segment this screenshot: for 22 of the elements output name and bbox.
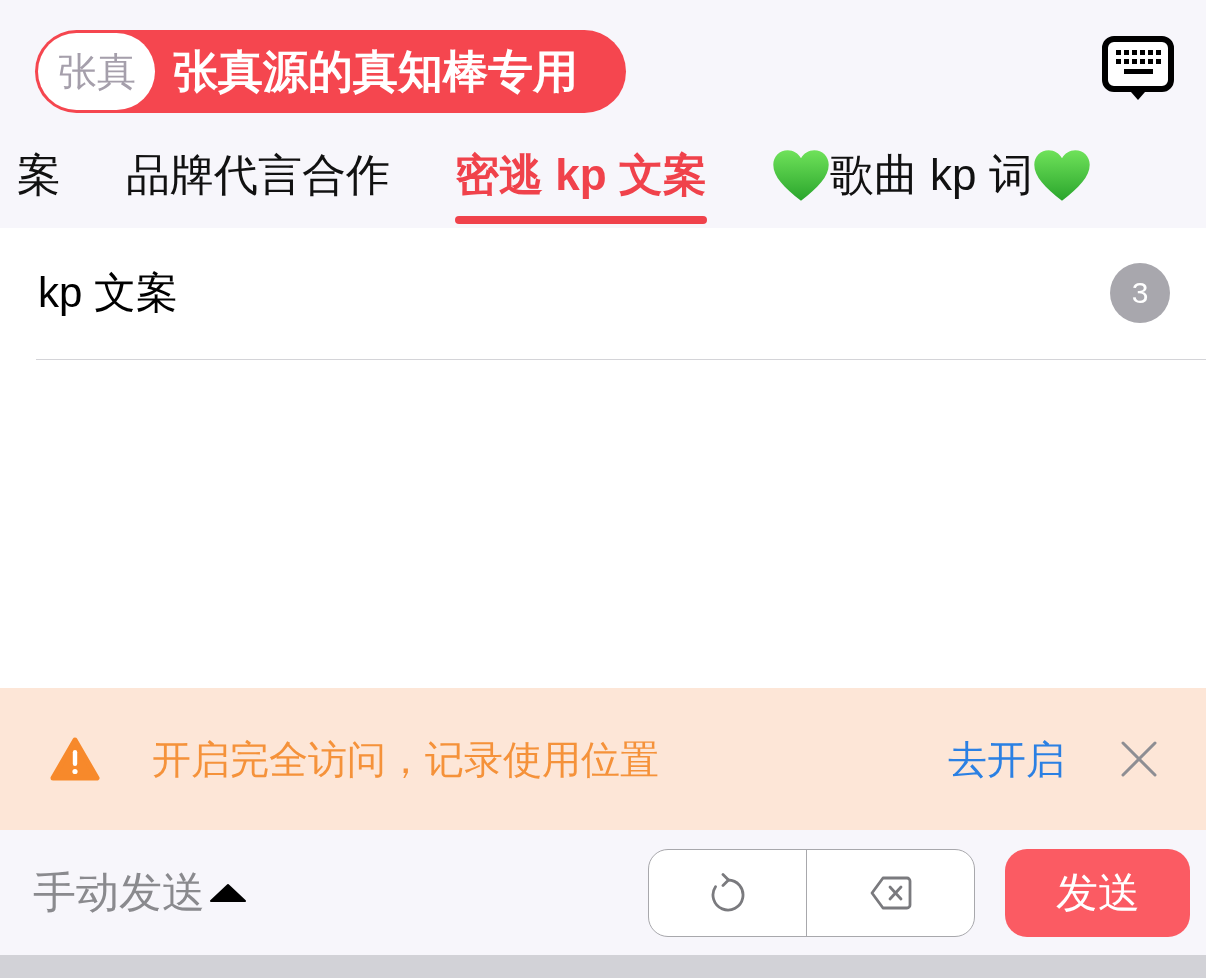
count-badge: 3 [1110,262,1170,323]
backspace-icon [869,875,912,910]
close-icon [1121,741,1157,777]
category-tab[interactable]: 品牌代言合作 [126,140,390,228]
category-tab[interactable]: 案 [17,140,61,228]
warning-icon [50,737,100,781]
send-mode-button[interactable]: 手动发送 [33,871,247,914]
heart-icon [771,148,830,202]
category-tab[interactable]: 歌曲 kp 词 [771,140,1091,228]
category-tab[interactable]: 密逃 kp 文案 [455,140,707,228]
category-title[interactable]: kp 文案 [38,271,179,314]
caret-icon [209,882,247,903]
heart-icon [1032,148,1091,202]
send-button[interactable]: 发送 [1005,848,1190,937]
pack-avatar: 张真 [38,33,155,110]
close-button[interactable] [1121,741,1157,777]
pack-selector[interactable]: 张真 张真源的真知棒专用 [35,30,626,113]
notice-message: 开启完全访问，记录使用位置 [152,739,660,779]
circular-arrow-icon [709,872,746,913]
enable-link[interactable]: 去开启 [948,739,1065,779]
pack-title: 张真源的真知棒专用 [173,49,578,94]
keyboard-icon[interactable] [1102,36,1174,102]
